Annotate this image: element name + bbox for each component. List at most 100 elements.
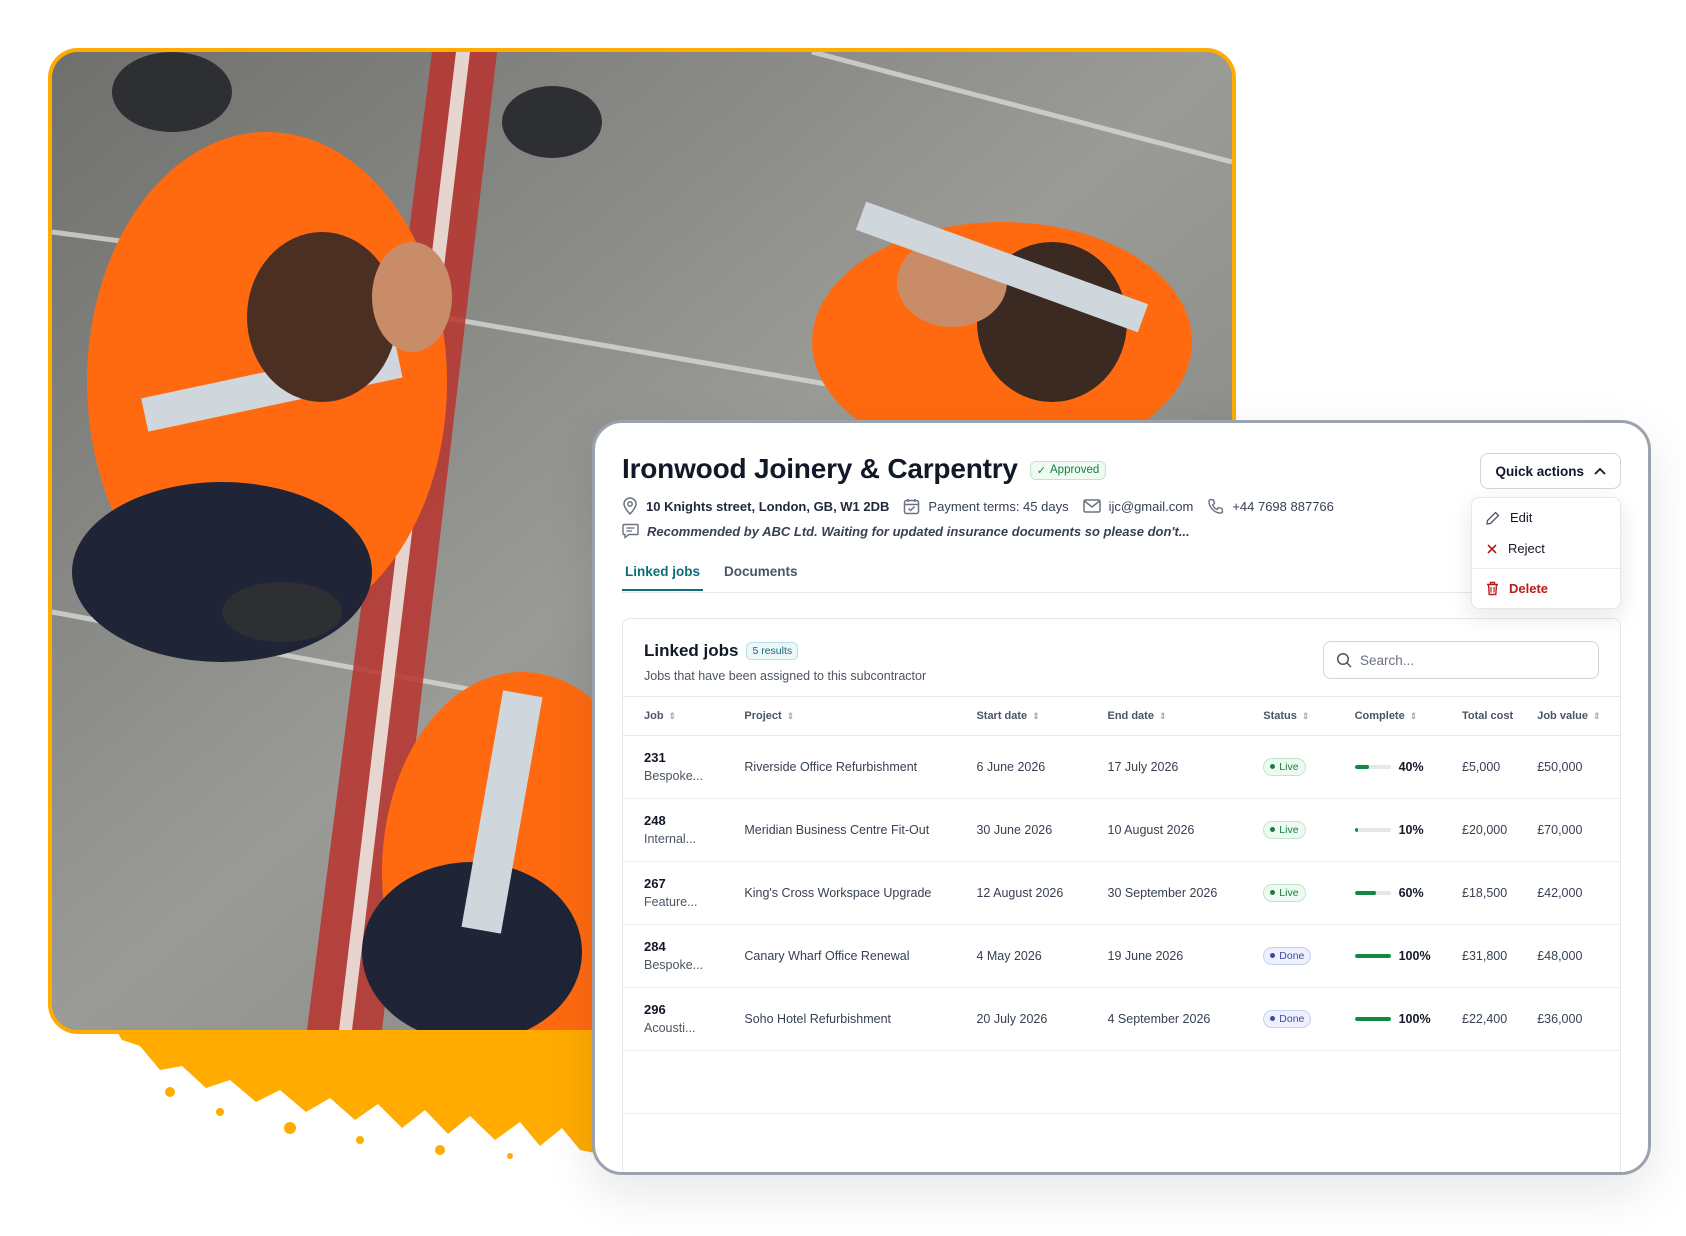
menu-item-delete[interactable]: Delete [1472, 573, 1620, 604]
column-header-end-date[interactable]: End date ⇕ [1107, 697, 1264, 736]
job-value-cell: £70,000 [1537, 798, 1620, 862]
status-dot-icon [1270, 764, 1276, 769]
job-description: Feature... [644, 895, 698, 909]
job-description: Internal... [644, 832, 697, 846]
job-number[interactable]: 267 [644, 876, 744, 891]
job-number[interactable]: 231 [644, 750, 744, 765]
end-date-cell: 17 July 2026 [1107, 735, 1264, 799]
linked-jobs-card: Linked jobs 5 results Jobs that have bee… [622, 618, 1621, 1172]
sort-icon: ⇕ [1301, 710, 1310, 721]
phone-item[interactable]: +44 7698 887766 [1207, 498, 1334, 515]
complete-cell: 100% [1354, 987, 1463, 1051]
column-header-total-cost-label: Total cost [1462, 709, 1514, 722]
status-dot-icon [1270, 827, 1276, 832]
progress: 10% [1354, 822, 1462, 837]
start-date-cell: 4 May 2026 [976, 924, 1108, 988]
status-badge-label: Approved [1050, 464, 1100, 476]
job-value-cell: £50,000 [1537, 735, 1620, 799]
location-pin-icon [623, 497, 637, 515]
menu-item-reject[interactable]: Reject [1472, 533, 1620, 564]
status-pill: Live [1263, 757, 1306, 776]
email-item[interactable]: ijc@gmail.com [1082, 499, 1194, 514]
sort-icon: ⇕ [1592, 710, 1601, 721]
job-value-cell: £36,000 [1537, 987, 1620, 1051]
progress: 60% [1354, 885, 1462, 900]
card-title-row: Linked jobs 5 results [644, 641, 799, 661]
pencil-icon [1486, 511, 1500, 525]
status-pill-label: Live [1279, 823, 1299, 836]
status-cell: Done [1263, 987, 1355, 1051]
end-date-cell: 30 September 2026 [1107, 861, 1264, 925]
job-number[interactable]: 284 [644, 939, 744, 954]
progress-percent: 60% [1398, 885, 1424, 900]
menu-divider [1472, 568, 1620, 569]
menu-item-edit[interactable]: Edit [1472, 502, 1620, 533]
status-cell: Live [1263, 861, 1355, 925]
column-header-job[interactable]: Job ⇕ [623, 697, 745, 736]
quick-actions-button[interactable]: Quick actions [1480, 453, 1621, 489]
empty-table-row [623, 1050, 1620, 1114]
phone-text[interactable]: +44 7698 887766 [1232, 499, 1334, 514]
total-cost-cell: £18,500 [1462, 861, 1538, 925]
start-date-cell: 30 June 2026 [976, 798, 1108, 862]
column-header-complete[interactable]: Complete ⇕ [1354, 697, 1463, 736]
table-row[interactable]: 296 Acousti... Soho Hotel Refurbishment 20 … [623, 987, 1620, 1051]
tab-documents[interactable]: Documents [721, 558, 801, 591]
table-row[interactable]: 248 Internal... Meridian Business Centre F… [623, 798, 1620, 862]
progress: 40% [1354, 760, 1462, 774]
project-cell: Soho Hotel Refurbishment [744, 987, 977, 1051]
subcontractor-window: Ironwood Joinery & Carpentry ✓ Approved … [592, 420, 1651, 1175]
job-cell: 231 Bespoke... [623, 735, 745, 799]
job-number[interactable]: 296 [644, 1002, 744, 1017]
column-header-job-value-label: Job value [1537, 709, 1588, 722]
project-cell: Meridian Business Centre Fit-Out [744, 798, 977, 862]
status-cell: Live [1263, 735, 1355, 799]
tab-linked-jobs[interactable]: Linked jobs [622, 558, 704, 591]
end-date-cell: 10 August 2026 [1107, 798, 1264, 862]
sort-icon: ⇕ [1158, 710, 1167, 721]
progress: 100% [1354, 1012, 1462, 1026]
status-dot-icon [1270, 1016, 1276, 1021]
total-cost-cell: £22,400 [1462, 987, 1538, 1051]
trash-icon [1487, 581, 1498, 596]
table-row[interactable]: 267 Feature... King's Cross Workspace Upgr… [623, 861, 1620, 925]
sort-icon: ⇕ [786, 710, 795, 721]
payment-terms-item: Payment terms: 45 days [903, 498, 1069, 515]
table-row[interactable]: 284 Bespoke... Canary Wharf Office Renewal… [623, 924, 1620, 988]
table-row[interactable]: 231 Bespoke... Riverside Office Refurbishm… [623, 735, 1620, 799]
column-header-job-label: Job [644, 709, 664, 722]
check-icon: ✓ [1036, 464, 1047, 477]
status-pill: Live [1263, 820, 1306, 839]
progress-percent: 100% [1398, 948, 1431, 963]
progress-percent: 10% [1398, 822, 1424, 837]
search-input[interactable] [1360, 652, 1580, 668]
column-header-start-date[interactable]: Start date ⇕ [976, 697, 1108, 736]
progress: 100% [1354, 948, 1462, 963]
start-date-cell: 12 August 2026 [976, 861, 1108, 925]
status-pill: Done [1263, 946, 1312, 965]
card-subtitle: Jobs that have been assigned to this sub… [644, 669, 927, 683]
status-pill-label: Done [1279, 949, 1305, 962]
progress-bar-fill [1354, 764, 1369, 769]
column-header-project[interactable]: Project ⇕ [744, 697, 977, 736]
column-header-status[interactable]: Status ⇕ [1263, 697, 1355, 736]
job-number[interactable]: 248 [644, 813, 744, 828]
project-cell: Riverside Office Refurbishment [744, 735, 977, 799]
note-text: Recommended by ABC Ltd. Waiting for upda… [647, 523, 1190, 539]
address-item: 10 Knights street, London, GB, W1 2DB [622, 497, 889, 515]
job-cell: 267 Feature... [623, 861, 745, 925]
envelope-icon [1082, 499, 1101, 513]
total-cost-cell: £20,000 [1462, 798, 1538, 862]
job-description: Bespoke... [644, 769, 704, 783]
payment-terms-text: Payment terms: 45 days [928, 498, 1069, 514]
address-text: 10 Knights street, London, GB, W1 2DB [646, 498, 890, 514]
quick-actions-menu: Edit Reject Delete [1471, 497, 1621, 609]
start-date-cell: 20 July 2026 [976, 987, 1108, 1051]
status-cell: Live [1263, 798, 1355, 862]
results-count-badge: 5 results [746, 642, 799, 660]
column-header-job-value[interactable]: Job value ⇕ [1537, 697, 1620, 736]
search-box[interactable] [1323, 641, 1599, 679]
email-text[interactable]: ijc@gmail.com [1109, 499, 1194, 514]
card-header: Linked jobs 5 results Jobs that have bee… [623, 619, 1620, 697]
menu-item-delete-label: Delete [1509, 581, 1549, 596]
